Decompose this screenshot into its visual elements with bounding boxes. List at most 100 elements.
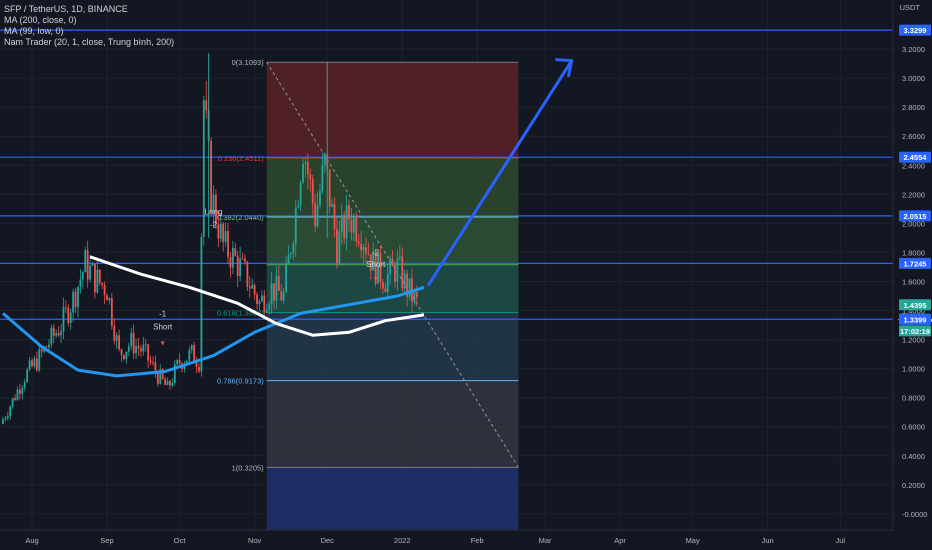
candle-body bbox=[91, 263, 94, 266]
candle-body bbox=[64, 307, 67, 308]
candle-body bbox=[350, 219, 353, 233]
candle-body bbox=[123, 354, 125, 360]
candle-body bbox=[239, 258, 242, 277]
candle-body bbox=[178, 360, 181, 364]
price-chart[interactable]: 0(3.1093)0.236(2.4511)0.382(2.0440)0.618… bbox=[0, 0, 932, 550]
time-axis-tick: Oct bbox=[174, 536, 187, 545]
candle-body bbox=[98, 269, 101, 283]
candle-body bbox=[72, 291, 75, 313]
candle-body bbox=[4, 418, 7, 420]
candle-body bbox=[164, 378, 166, 385]
candle-body bbox=[166, 380, 169, 385]
price-badge-label: 1.7245 bbox=[904, 259, 927, 268]
legend-ma200: MA (200, close, 0) bbox=[4, 15, 77, 25]
candle-body bbox=[302, 163, 304, 183]
candle-body bbox=[309, 174, 312, 180]
time-axis-tick: Nov bbox=[248, 536, 262, 545]
candle-body bbox=[144, 344, 147, 346]
candle-body bbox=[52, 327, 55, 336]
candle-body bbox=[292, 244, 295, 254]
fib-zone bbox=[266, 157, 519, 217]
candle-body bbox=[127, 346, 130, 352]
candle-body bbox=[217, 224, 220, 239]
fib-level-label: 0.382(2.0440) bbox=[217, 213, 264, 222]
candle-body bbox=[241, 258, 244, 260]
candle-body bbox=[86, 250, 89, 280]
candle-body bbox=[268, 304, 271, 310]
candle-body bbox=[222, 223, 225, 242]
fib-level-label: 0.786(0.9173) bbox=[217, 377, 264, 386]
candle-body bbox=[297, 205, 300, 208]
candle-body bbox=[103, 285, 106, 296]
price-badge-label: 2.0515 bbox=[904, 212, 927, 221]
candle-body bbox=[101, 282, 104, 286]
candle-body bbox=[74, 291, 77, 308]
candle-body bbox=[321, 164, 324, 191]
candle-body bbox=[26, 369, 29, 382]
candle-body bbox=[200, 236, 203, 372]
candle-body bbox=[384, 288, 387, 292]
candle-body bbox=[290, 253, 292, 255]
signal-annotation: -2 bbox=[210, 221, 218, 230]
price-axis-tick: 1.2000 bbox=[902, 336, 925, 345]
candle-body bbox=[314, 203, 317, 227]
candle-body bbox=[89, 265, 91, 280]
time-axis-tick: Feb bbox=[471, 536, 484, 545]
candle-body bbox=[77, 286, 79, 308]
candle-body bbox=[2, 419, 4, 424]
candle-body bbox=[23, 381, 26, 388]
signal-annotation: Long bbox=[205, 208, 223, 217]
candle-body bbox=[299, 182, 302, 206]
candle-body bbox=[251, 284, 254, 289]
candle-body bbox=[84, 250, 87, 273]
candle-body bbox=[236, 255, 239, 277]
candle-body bbox=[48, 344, 50, 348]
candle-body bbox=[106, 295, 108, 301]
candle-body bbox=[40, 349, 43, 352]
candle-body bbox=[285, 263, 287, 293]
candle-body bbox=[391, 258, 394, 266]
price-badge-label: 2.4554 bbox=[904, 153, 928, 162]
candle-body bbox=[195, 362, 198, 368]
time-axis-tick: 2022 bbox=[394, 536, 411, 545]
price-badge-label: 1.3399 bbox=[904, 315, 927, 324]
candle-body bbox=[147, 344, 150, 361]
candle-body bbox=[62, 307, 65, 332]
candle-body bbox=[193, 345, 196, 363]
candle-body bbox=[273, 283, 275, 301]
candle-body bbox=[253, 284, 256, 295]
candle-body bbox=[304, 162, 307, 164]
time-axis-tick: Apr bbox=[614, 536, 626, 545]
candle-body bbox=[280, 290, 283, 301]
candle-body bbox=[261, 295, 263, 302]
candle-body bbox=[219, 223, 222, 239]
candle-body bbox=[96, 269, 99, 293]
candle-body bbox=[348, 205, 350, 220]
candle-body bbox=[275, 276, 278, 301]
signal-annotation: -2 bbox=[372, 248, 380, 257]
candle-body bbox=[357, 241, 360, 245]
candle-body bbox=[9, 406, 12, 417]
candle-body bbox=[328, 169, 331, 207]
candle-body bbox=[125, 351, 128, 360]
candle-body bbox=[331, 203, 333, 207]
candle-body bbox=[248, 287, 251, 289]
candle-body bbox=[60, 331, 62, 336]
candle-body bbox=[38, 349, 41, 371]
candle-body bbox=[365, 247, 367, 254]
candle-body bbox=[229, 257, 232, 268]
candle-body bbox=[169, 380, 171, 386]
candle-body bbox=[398, 256, 401, 259]
candle-body bbox=[31, 360, 33, 367]
candle-body bbox=[110, 298, 113, 326]
price-axis-tick: 2.2000 bbox=[902, 190, 925, 199]
candle-body bbox=[69, 312, 72, 323]
candle-body bbox=[81, 272, 84, 280]
candle-body bbox=[244, 258, 246, 262]
chart-legend: SFP / TetherUS, 1D, BINANCE MA (200, clo… bbox=[4, 4, 174, 48]
candle-body bbox=[33, 358, 36, 367]
candle-body bbox=[340, 215, 343, 232]
price-axis-tick: -0.0000 bbox=[902, 510, 927, 519]
legend-namtrader: Nam Trader (20, 1, close, Trung bình, 20… bbox=[4, 37, 175, 47]
candle-body bbox=[171, 383, 174, 386]
